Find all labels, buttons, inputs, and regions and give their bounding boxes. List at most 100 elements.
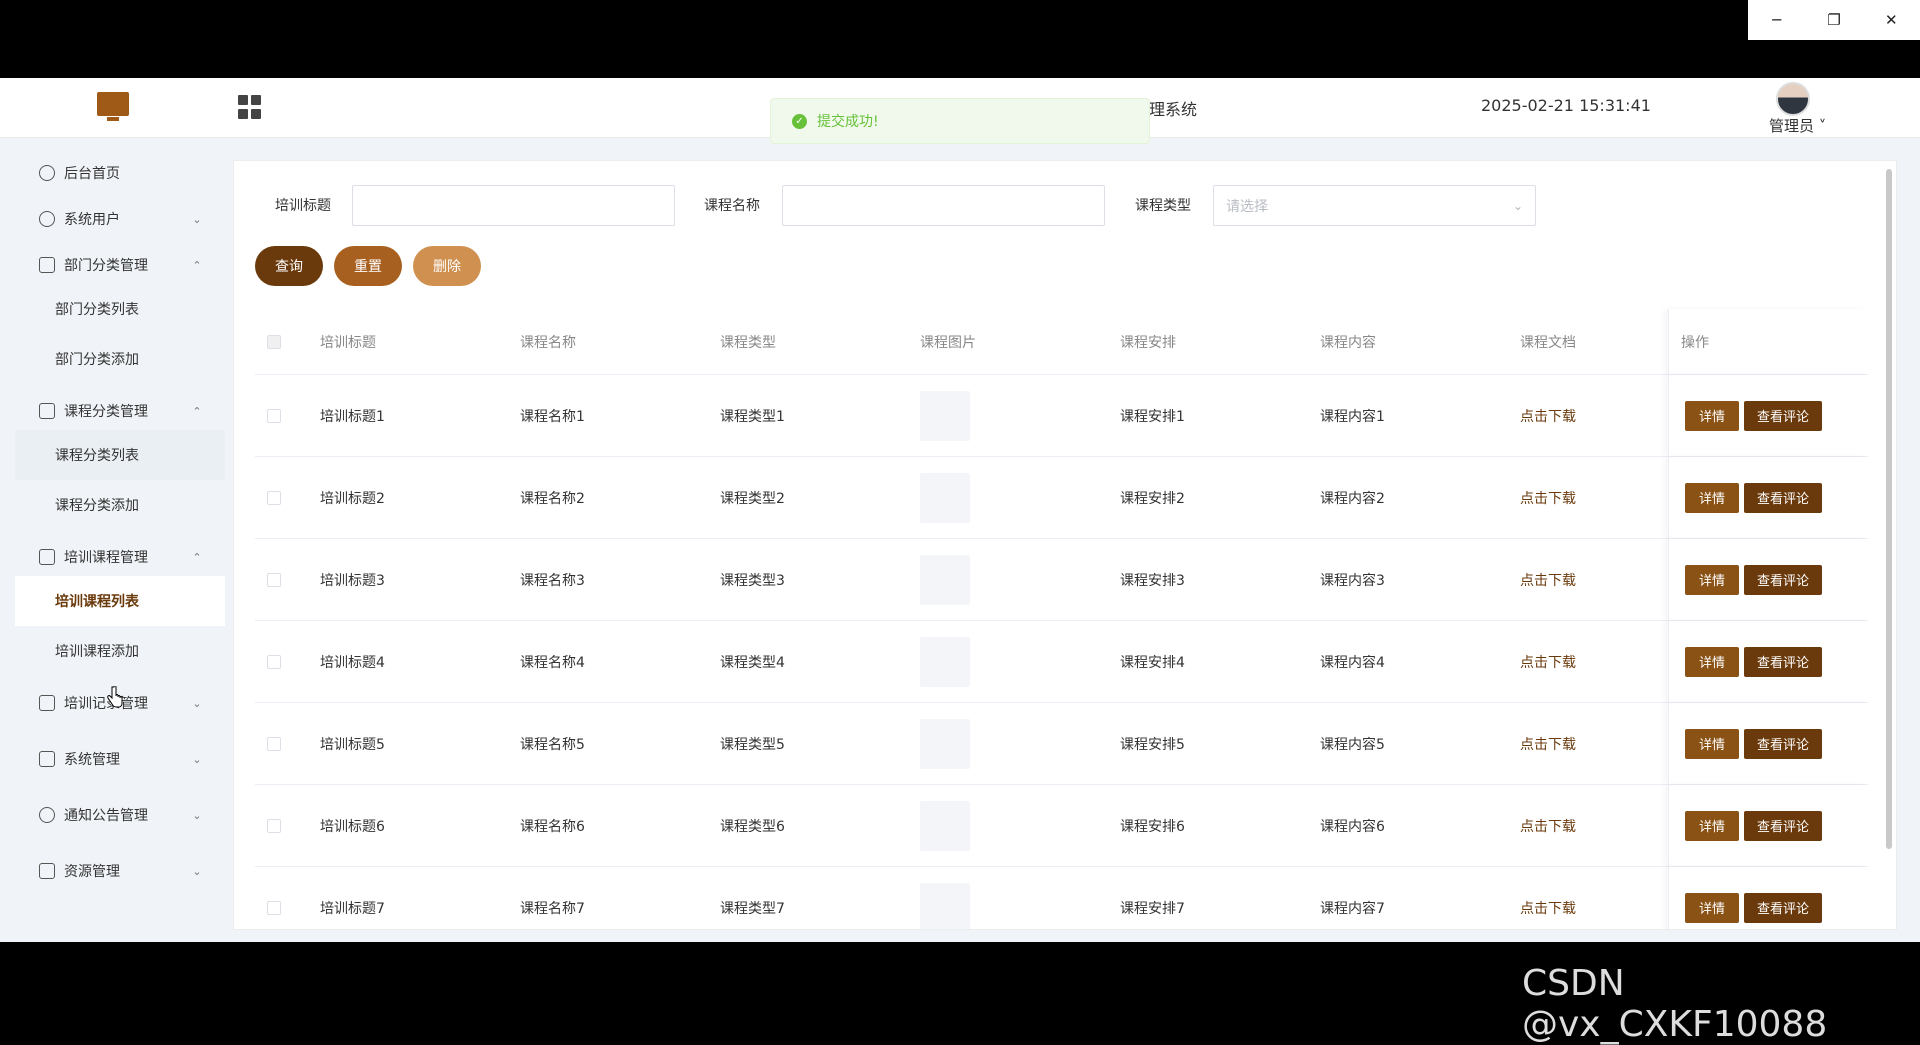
user-icon xyxy=(39,211,55,227)
download-link[interactable]: 点击下载 xyxy=(1520,785,1576,866)
avatar[interactable] xyxy=(1776,82,1810,116)
card-icon xyxy=(39,863,55,879)
reset-button[interactable]: 重置 xyxy=(334,246,402,286)
sidebar-item-dept-category-add[interactable]: 部门分类添加 xyxy=(15,334,225,384)
user-menu[interactable]: 管理员 ˅ xyxy=(1769,115,1826,136)
cell-course-schedule: 课程安排7 xyxy=(1120,900,1185,917)
view-comments-button[interactable]: 查看评论 xyxy=(1744,482,1822,513)
sidebar-item-home[interactable]: 后台首页 xyxy=(15,148,225,198)
delete-button[interactable]: 删除 xyxy=(413,246,481,286)
vertical-scrollbar[interactable] xyxy=(1886,169,1892,849)
download-link[interactable]: 点击下载 xyxy=(1520,457,1576,538)
table-row: 培训标题7 课程名称7 课程类型7 课程安排7 课程内容7 点击下载 详情 查看评论 xyxy=(255,867,1868,929)
view-comments-button[interactable]: 查看评论 xyxy=(1744,400,1822,431)
download-link[interactable]: 点击下载 xyxy=(1520,703,1576,784)
cell-course-schedule: 课程安排2 xyxy=(1120,490,1185,507)
sidebar-item-course-category-list[interactable]: 课程分类列表 xyxy=(15,430,225,480)
cell-course-name: 课程名称2 xyxy=(520,490,585,507)
course-type-placeholder: 请选择 xyxy=(1226,198,1268,215)
row-checkbox[interactable] xyxy=(267,408,281,423)
download-link[interactable]: 点击下载 xyxy=(1520,539,1576,620)
actions-cell: 详情 查看评论 xyxy=(1668,375,1868,456)
cell-course-type: 课程类型6 xyxy=(720,818,785,835)
cell-course-content: 课程内容3 xyxy=(1320,572,1385,589)
course-image-thumbnail xyxy=(920,882,970,929)
row-checkbox[interactable] xyxy=(267,818,281,833)
course-table: 培训标题 课程名称 课程类型 课程图片 课程安排 课程内容 课程文档 操作 培训… xyxy=(255,309,1868,929)
course-type-select[interactable]: 请选择 ⌄ xyxy=(1213,185,1536,226)
sidebar-item-training-course-list[interactable]: 培训课程列表 xyxy=(15,576,225,626)
course-name-input[interactable] xyxy=(782,185,1105,226)
row-checkbox[interactable] xyxy=(267,572,281,587)
view-comments-button[interactable]: 查看评论 xyxy=(1744,646,1822,677)
row-checkbox[interactable] xyxy=(267,900,281,915)
detail-button[interactable]: 详情 xyxy=(1685,564,1739,595)
cell-title: 培训标题3 xyxy=(320,572,385,589)
clock-icon xyxy=(39,165,55,181)
sidebar-item-course-category[interactable]: 课程分类管理 ⌃ xyxy=(15,386,225,436)
minimize-icon[interactable]: ─ xyxy=(1748,0,1805,40)
sidebar-item-announcement[interactable]: 通知公告管理 ⌄ xyxy=(15,790,225,840)
sidebar-item-training-course-add[interactable]: 培训课程添加 xyxy=(15,626,225,676)
header-course-name: 课程名称 xyxy=(520,334,576,351)
chevron-up-icon: ⌃ xyxy=(192,550,202,564)
cell-course-content: 课程内容4 xyxy=(1320,654,1385,671)
sidebar-item-system-users[interactable]: 系统用户 ⌄ xyxy=(15,194,225,244)
cell-course-image xyxy=(920,867,970,929)
sidebar-item-resources[interactable]: 资源管理 ⌄ xyxy=(15,846,225,896)
cell-title: 培训标题5 xyxy=(320,736,385,753)
query-button[interactable]: 查询 xyxy=(255,246,323,286)
detail-button[interactable]: 详情 xyxy=(1685,728,1739,759)
sidebar-item-dept-category-list[interactable]: 部门分类列表 xyxy=(15,284,225,334)
window-titlebar: ─ ❐ ✕ xyxy=(0,0,1920,78)
download-link[interactable]: 点击下载 xyxy=(1520,867,1576,929)
cell-course-name: 课程名称5 xyxy=(520,736,585,753)
cell-course-type: 课程类型1 xyxy=(720,408,785,425)
view-comments-button[interactable]: 查看评论 xyxy=(1744,564,1822,595)
sidebar-item-dept-category[interactable]: 部门分类管理 ⌃ xyxy=(15,240,225,290)
row-checkbox[interactable] xyxy=(267,654,281,669)
download-link[interactable]: 点击下载 xyxy=(1520,621,1576,702)
table-row: 培训标题2 课程名称2 课程类型2 课程安排2 课程内容2 点击下载 详情 查看评论 xyxy=(255,457,1868,539)
cell-course-image xyxy=(920,375,970,456)
course-image-thumbnail xyxy=(920,718,970,769)
detail-button[interactable]: 详情 xyxy=(1685,400,1739,431)
detail-button[interactable]: 详情 xyxy=(1685,810,1739,841)
app-window: 理系统 2025-02-21 15:31:41 管理员 ˅ ✓ 提交成功! 后台… xyxy=(0,78,1920,942)
table-row: 培训标题4 课程名称4 课程类型4 课程安排4 课程内容4 点击下载 详情 查看评论 xyxy=(255,621,1868,703)
detail-button[interactable]: 详情 xyxy=(1685,482,1739,513)
menu-toggle-icon[interactable] xyxy=(238,95,262,119)
sidebar-item-system-management[interactable]: 系统管理 ⌄ xyxy=(15,734,225,784)
sidebar-item-label: 培训课程管理 xyxy=(64,550,148,566)
view-comments-button[interactable]: 查看评论 xyxy=(1744,728,1822,759)
sidebar-item-label: 系统管理 xyxy=(64,752,120,768)
row-checkbox[interactable] xyxy=(267,490,281,505)
select-all-checkbox[interactable] xyxy=(267,334,281,349)
view-comments-button[interactable]: 查看评论 xyxy=(1744,892,1822,923)
download-link[interactable]: 点击下载 xyxy=(1520,375,1576,456)
card-icon xyxy=(39,257,55,273)
actions-cell: 详情 查看评论 xyxy=(1668,785,1868,866)
actions-cell: 详情 查看评论 xyxy=(1668,539,1868,620)
course-image-thumbnail xyxy=(920,390,970,441)
table-header: 培训标题 课程名称 课程类型 课程图片 课程安排 课程内容 课程文档 操作 xyxy=(255,309,1868,375)
table-row: 培训标题3 课程名称3 课程类型3 课程安排3 课程内容3 点击下载 详情 查看评论 xyxy=(255,539,1868,621)
view-comments-button[interactable]: 查看评论 xyxy=(1744,810,1822,841)
close-icon[interactable]: ✕ xyxy=(1863,0,1920,40)
cell-course-type: 课程类型7 xyxy=(720,900,785,917)
title-input[interactable] xyxy=(352,185,675,226)
detail-button[interactable]: 详情 xyxy=(1685,892,1739,923)
cell-title: 培训标题2 xyxy=(320,490,385,507)
detail-button[interactable]: 详情 xyxy=(1685,646,1739,677)
cell-course-content: 课程内容6 xyxy=(1320,818,1385,835)
cell-course-content: 课程内容1 xyxy=(1320,408,1385,425)
header-course-image: 课程图片 xyxy=(920,334,976,351)
cell-course-image xyxy=(920,703,970,784)
restore-icon[interactable]: ❐ xyxy=(1805,0,1862,40)
row-checkbox[interactable] xyxy=(267,736,281,751)
sidebar-item-course-category-add[interactable]: 课程分类添加 xyxy=(15,480,225,530)
sidebar-item-training-course[interactable]: 培训课程管理 ⌃ xyxy=(15,532,225,582)
header-title: 培训标题 xyxy=(320,334,376,351)
chevron-down-icon: ⌄ xyxy=(1512,198,1523,213)
sidebar: 后台首页 系统用户 ⌄ 部门分类管理 ⌃ 部门分类列表 部门分类添加 课程分类管… xyxy=(0,138,226,942)
